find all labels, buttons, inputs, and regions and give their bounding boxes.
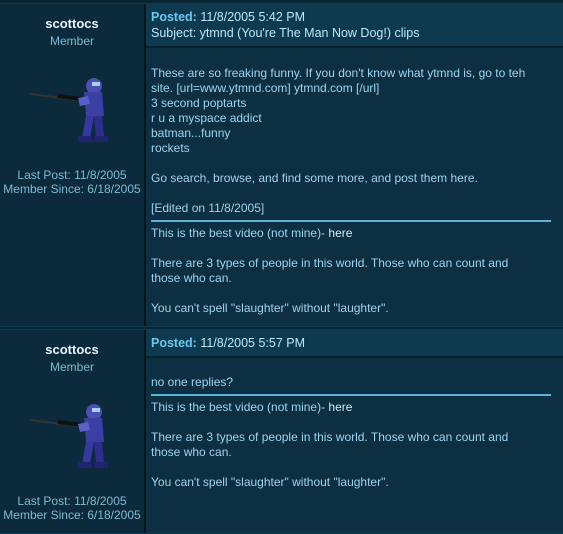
posted-date: 11/8/2005 5:57 PM [200, 336, 306, 350]
edited-note: [Edited on 11/8/2005] [151, 201, 265, 215]
body-line: no one replies? [151, 375, 234, 389]
author-stats: Last Post: 11/8/2005 Member Since: 6/18/… [0, 168, 144, 196]
signature-line: There are 3 types of people in this worl… [151, 256, 509, 270]
author-username[interactable]: scottocs [0, 342, 144, 357]
signature-line: You can't spell "slaughter" without "lau… [151, 475, 389, 489]
author-avatar [29, 398, 120, 478]
post-subject: Subject: ytmnd (You're The Man Now Dog!)… [151, 26, 420, 40]
author-avatar [29, 72, 120, 152]
author-sidebar: scottocs Member Last Post: 11/8/2005 Mem… [0, 330, 146, 533]
author-sidebar: scottocs Member Last Post: 11/8/2005 Mem… [0, 4, 146, 326]
member-since-date: Member Since: 6/18/2005 [3, 508, 141, 522]
post-header: Posted: 11/8/2005 5:42 PM Subject: ytmnd… [146, 4, 563, 48]
post-body: These are so freaking funny. If you don'… [151, 66, 551, 316]
forum-post: scottocs Member Last Post: 11/8/2005 Mem… [0, 3, 563, 327]
author-stats: Last Post: 11/8/2005 Member Since: 6/18/… [0, 494, 144, 522]
body-line: rockets [151, 141, 190, 155]
post-header: Posted: 11/8/2005 5:57 PM [146, 330, 563, 358]
post-content: Posted: 11/8/2005 5:57 PM no one replies… [146, 330, 563, 533]
author-username[interactable]: scottocs [0, 16, 144, 31]
author-rank: Member [49, 34, 94, 48]
signature-link[interactable]: here [328, 400, 352, 414]
body-line: 3 second poptarts [151, 96, 247, 110]
signature-divider [151, 394, 551, 396]
signature-line: This is the best video (not mine)- here [151, 400, 353, 414]
signature-line: those who can. [151, 445, 232, 459]
post-body: no one replies? This is the best video (… [151, 375, 551, 490]
body-line: batman...funny [151, 126, 231, 140]
forum-thread: scottocs Member Last Post: 11/8/2005 Mem… [0, 0, 563, 534]
posted-date: 11/8/2005 5:42 PM [200, 10, 306, 24]
last-post-date: Last Post: 11/8/2005 [17, 168, 127, 182]
posted-label: Posted: [151, 336, 197, 350]
forum-post: scottocs Member Last Post: 11/8/2005 Mem… [0, 329, 563, 534]
body-line: Go search, browse, and find some more, a… [151, 171, 478, 185]
signature-line: those who can. [151, 271, 232, 285]
member-since-date: Member Since: 6/18/2005 [3, 182, 141, 196]
soldier-avatar-icon [29, 78, 108, 142]
signature-line: You can't spell "slaughter" without "lau… [151, 301, 389, 315]
body-line: site. [url=www.ytmnd.com] ytmnd.com [/ur… [151, 81, 380, 95]
post-content: Posted: 11/8/2005 5:42 PM Subject: ytmnd… [146, 4, 563, 326]
signature-link[interactable]: here [328, 226, 352, 240]
signature-line: There are 3 types of people in this worl… [151, 430, 509, 444]
author-rank: Member [49, 360, 94, 374]
signature-divider [151, 220, 551, 222]
posted-label: Posted: [151, 10, 197, 24]
body-line: r u a myspace addict [151, 111, 262, 125]
body-line: These are so freaking funny. If you don'… [151, 66, 526, 80]
last-post-date: Last Post: 11/8/2005 [17, 494, 127, 508]
signature-line: This is the best video (not mine)- here [151, 226, 353, 240]
soldier-avatar-icon [29, 404, 108, 468]
